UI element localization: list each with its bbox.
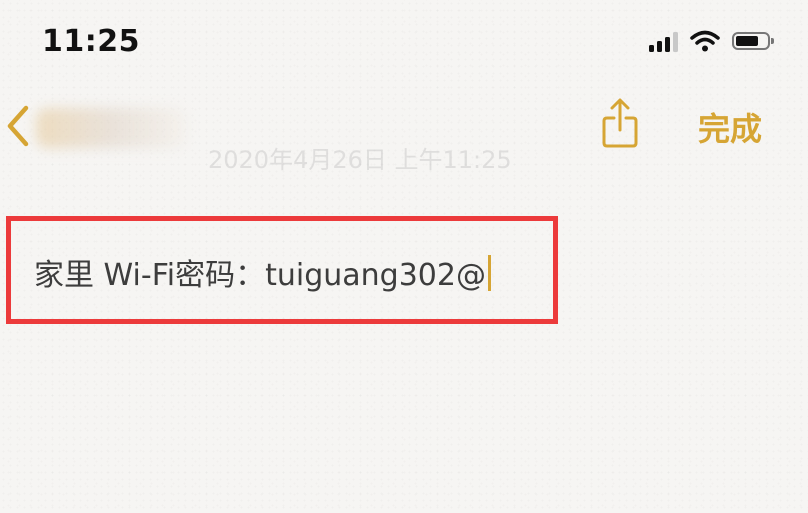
signal-icon [649, 30, 678, 52]
battery-icon [732, 32, 774, 50]
status-icons [649, 30, 774, 52]
done-button[interactable]: 完成 [698, 104, 762, 150]
text-cursor [487, 255, 491, 291]
note-text-field[interactable]: 家里 Wi-Fi密码：tuiguang302@ [34, 250, 491, 294]
back-button[interactable] [4, 98, 32, 154]
blurred-folder-title [36, 108, 186, 148]
status-time: 11:25 [42, 24, 140, 59]
note-content: 家里 Wi-Fi密码：tuiguang302@ [34, 258, 486, 293]
share-icon [602, 98, 638, 148]
wifi-icon [690, 30, 720, 52]
share-button[interactable] [600, 96, 640, 152]
chevron-left-icon [7, 105, 29, 147]
note-date: 2020年4月26日 上午11:25 [208, 146, 512, 174]
